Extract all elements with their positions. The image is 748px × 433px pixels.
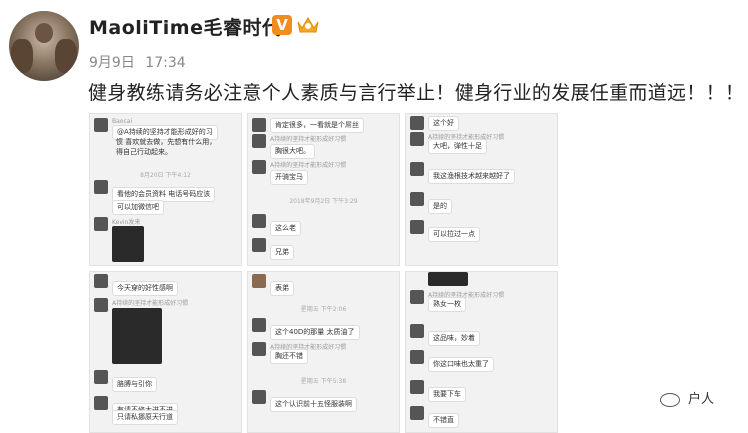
chat-avatar xyxy=(94,396,108,410)
chat-bubble: 这个好 xyxy=(428,116,459,131)
chat-bubble: 兄弟 xyxy=(270,245,294,260)
chat-avatar xyxy=(410,290,424,304)
chat-bubble: 表弟 xyxy=(270,281,294,296)
username[interactable]: MaoliTime毛睿时代 xyxy=(89,13,281,40)
chat-avatar xyxy=(410,406,424,420)
chat-avatar xyxy=(410,116,424,130)
chat-bubble: 可以拉过一点 xyxy=(428,227,480,242)
chat-photo xyxy=(428,272,468,286)
chat-avatar xyxy=(252,342,266,356)
user-avatar[interactable] xyxy=(9,11,79,81)
post-text: 健身教练请务必注意个人素质与言行举止！健身行业的发展任重而道远！！！ xyxy=(88,82,745,104)
chat-bubble: 胸还不错 xyxy=(270,349,308,364)
chat-avatar xyxy=(94,180,108,194)
post-time: 17:34 xyxy=(145,55,186,71)
chat-screenshot[interactable]: 今天穿的好性感啊 A持续的坚持才能形成好习惯 胳膊与引你 有请不修大进不进 只请… xyxy=(89,271,242,433)
chat-bubble: 得自己行动起来。 xyxy=(116,148,172,156)
chat-bubble: 这么老 xyxy=(270,221,301,236)
chat-bubble: 大吧，弹性十足 xyxy=(428,139,487,154)
chat-bubble: 胸很大吧。 xyxy=(270,144,315,159)
chat-bubble: 肯定很多，一看就是个屌丝 xyxy=(270,118,364,133)
chat-bubble: 熟女一枚 xyxy=(428,297,466,312)
chat-bubble: 不错直 xyxy=(428,413,459,428)
watermark: 户人 xyxy=(660,388,714,407)
chat-avatar xyxy=(94,274,108,288)
chat-avatar xyxy=(410,162,424,176)
chat-bubble: 这个40D的那量 太质油了 xyxy=(270,325,360,340)
post-meta: 9月9日 17:34 xyxy=(89,52,192,72)
chat-bubble: 你这口味也太重了 xyxy=(428,357,494,372)
chat-bubble: 开骑宝马 xyxy=(270,170,308,185)
chat-avatar xyxy=(252,214,266,228)
chat-avatar xyxy=(94,118,108,132)
chat-screenshot[interactable]: A持续的坚持才能形成好习惯 熟女一枚 这品味，妙着 你这口味也太重了 我要下车 不… xyxy=(405,271,558,433)
chat-bubble: 我这渔根技术越来越好了 xyxy=(428,169,515,184)
chat-avatar xyxy=(94,370,108,384)
chat-avatar xyxy=(252,390,266,404)
chat-screenshot[interactable]: 肯定很多，一看就是个屌丝 A持续的坚持才能形成好习惯 胸很大吧。 A持续的坚持才… xyxy=(247,113,400,266)
chat-bubble: 这个认识前十五怪服装啊 xyxy=(270,397,357,412)
crown-icon xyxy=(297,17,319,33)
chat-bubble: 胳膊与引你 xyxy=(112,377,157,392)
chat-bubble: 我要下车 xyxy=(428,387,466,402)
chat-screenshot[interactable]: Baocai @A持续的坚持才能形成好的习 惯 喜欢就去做，先想有什么用， 得自己… xyxy=(89,113,242,266)
chat-avatar xyxy=(94,217,108,231)
chat-bubble: 是的 xyxy=(428,199,452,214)
chat-avatar xyxy=(94,298,108,312)
chat-bubble: 今天穿的好性感啊 xyxy=(112,281,178,296)
chat-screenshot[interactable]: 这个好 A持续的坚持才能形成好习惯 大吧，弹性十足 我这渔根技术越来越好了 是的 … xyxy=(405,113,558,266)
chat-screenshot[interactable]: 表弟 星期五 下午2:06 这个40D的那量 太质油了 A持续的坚持才能形成好习… xyxy=(247,271,400,433)
chat-avatar xyxy=(252,274,266,288)
chat-avatar xyxy=(410,380,424,394)
chat-bubble: 可以加微信吧 xyxy=(112,200,164,215)
chat-avatar xyxy=(252,238,266,252)
chat-photo xyxy=(112,308,162,364)
chat-photo xyxy=(112,226,144,262)
chat-avatar xyxy=(410,192,424,206)
post-date: 9月9日 xyxy=(89,55,135,71)
chat-avatar xyxy=(252,318,266,332)
chat-avatar xyxy=(410,350,424,364)
chat-bubble: 只请私挪原天行道 xyxy=(112,410,178,425)
chat-avatar xyxy=(410,220,424,234)
chat-avatar xyxy=(252,118,266,132)
chat-avatar xyxy=(410,132,424,146)
chat-bubble: 这品味，妙着 xyxy=(428,331,480,346)
wechat-icon xyxy=(660,392,680,407)
chat-avatar xyxy=(410,324,424,338)
verified-badge: V xyxy=(272,15,292,35)
